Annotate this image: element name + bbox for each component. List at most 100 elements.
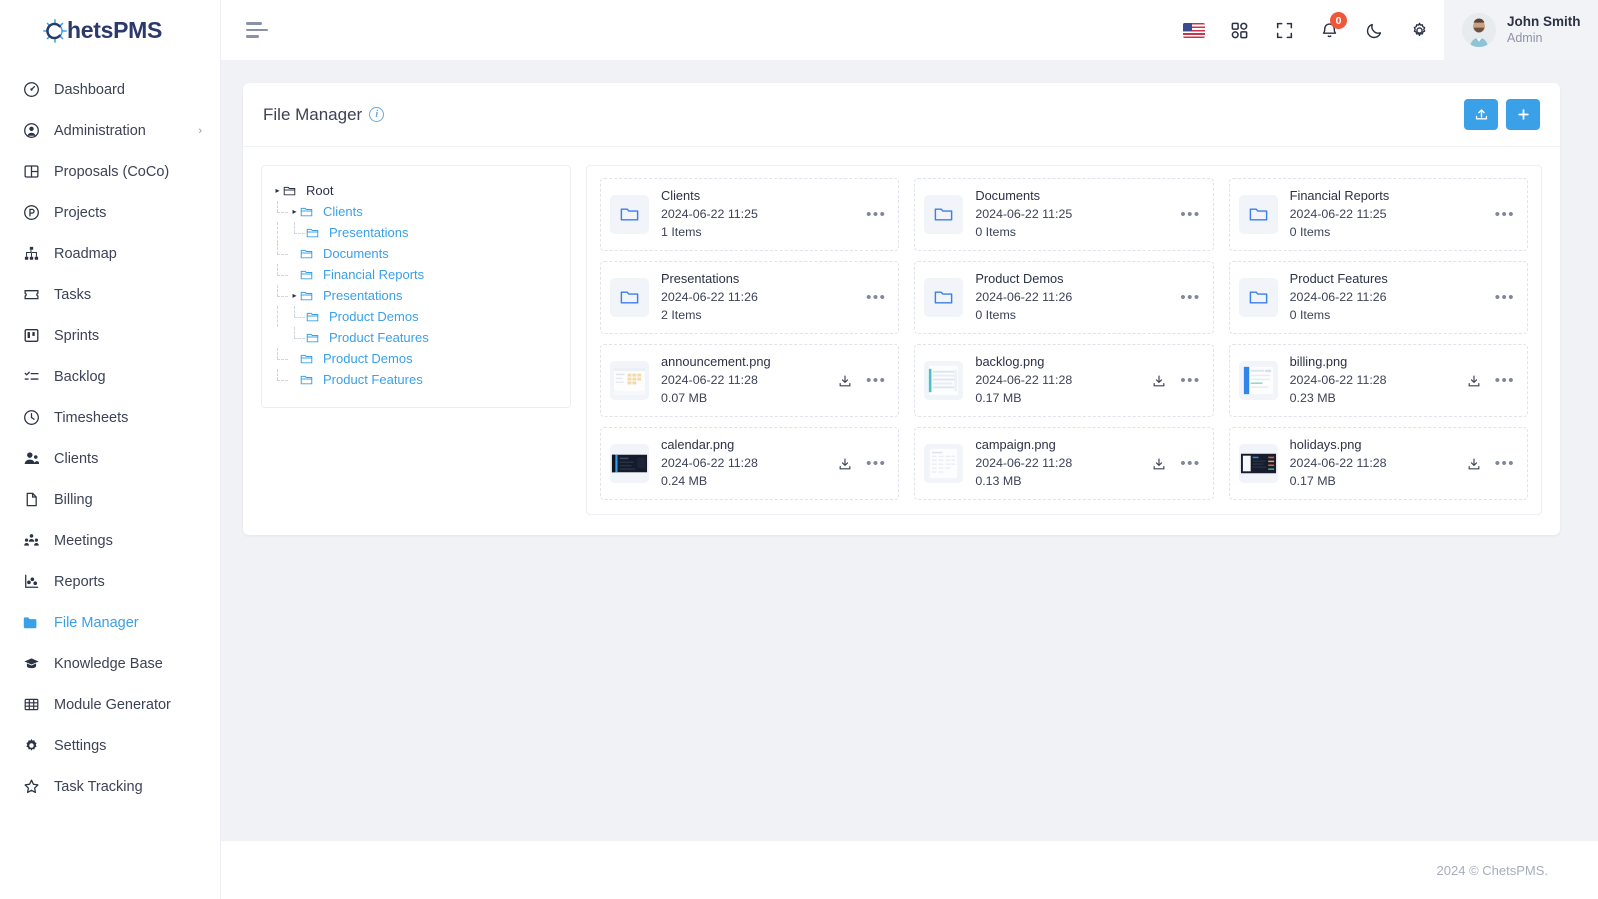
file-card[interactable]: Financial Reports 2024-06-22 11:25 0 Ite… [1228,178,1528,251]
file-date: 2024-06-22 11:26 [975,289,1073,304]
more-options-icon[interactable]: ••• [866,373,886,388]
more-options-icon[interactable]: ••• [1180,373,1200,388]
page-title: File Manager [263,104,363,124]
tree-node-product-demos[interactable]: ▸ Product Demos [272,348,560,369]
panel-body: ▸ Root ▸ Clients Presentations Documents… [243,147,1560,535]
board-icon [20,325,42,347]
more-options-icon[interactable]: ••• [866,207,886,222]
profile-menu[interactable]: John Smith Admin [1444,0,1598,61]
sidebar-item-projects[interactable]: Projects [0,192,220,233]
download-icon[interactable] [838,374,852,388]
logo[interactable]: hetsPMS [0,0,220,61]
file-card[interactable]: Product Features 2024-06-22 11:26 0 Item… [1228,261,1528,334]
tree-node-presentations[interactable]: ▸ Presentations [272,285,560,306]
download-icon[interactable] [1152,374,1166,388]
sidebar-item-module-generator[interactable]: Module Generator [0,684,220,725]
tree-guide [272,348,289,369]
download-icon[interactable] [1152,457,1166,471]
tree-node-label[interactable]: Product Features [323,372,423,387]
sidebar-item-knowledge-base[interactable]: Knowledge Base [0,643,220,684]
file-manager-panel: File Manager i ▸ Root ▸ Clients Presenta… [243,83,1560,535]
tree-node-clients[interactable]: ▸ Clients [272,201,560,222]
gear-icon[interactable] [1400,11,1438,49]
info-icon[interactable]: i [369,107,385,122]
sidebar-item-label: Timesheets [54,409,129,426]
sidebar-item-administration[interactable]: Administration › [0,110,220,151]
folder-icon [300,205,317,218]
tree-node-product-features[interactable]: ▸ Product Features [272,369,560,390]
more-options-icon[interactable]: ••• [1180,290,1200,305]
file-card[interactable]: Clients 2024-06-22 11:25 1 Items ••• [600,178,900,251]
download-icon[interactable] [1467,374,1481,388]
sidebar-item-settings[interactable]: Settings [0,725,220,766]
sidebar-item-dashboard[interactable]: Dashboard [0,69,220,110]
more-options-icon[interactable]: ••• [1180,207,1200,222]
sidebar-item-backlog[interactable]: Backlog [0,356,220,397]
sidebar-item-task-tracking[interactable]: Task Tracking [0,766,220,807]
file-date: 2024-06-22 11:28 [1289,455,1387,470]
main-area: 0 John Smith Admin File Manager i ▸ Root… [221,0,1598,899]
caret-icon[interactable]: ▸ [289,207,300,216]
more-options-icon[interactable]: ••• [1495,456,1515,471]
tree-node-documents[interactable]: ▸ Documents [272,243,560,264]
folder-thumbnail [924,278,964,317]
tree-node-label[interactable]: Product Demos [323,351,413,366]
apps-grid-icon[interactable] [1220,11,1258,49]
more-options-icon[interactable]: ••• [1495,290,1515,305]
file-card[interactable]: Documents 2024-06-22 11:25 0 Items ••• [914,178,1214,251]
add-button[interactable] [1506,99,1540,130]
sidebar-item-timesheets[interactable]: Timesheets [0,397,220,438]
caret-icon[interactable]: ▸ [272,186,283,195]
chevron-right-icon[interactable]: › [198,125,202,137]
file-card[interactable]: calendar.png 2024-06-22 11:28 0.24 MB ••… [600,427,900,500]
file-card[interactable]: Presentations 2024-06-22 11:26 2 Items •… [600,261,900,334]
sidebar-item-proposals[interactable]: Proposals (CoCo) [0,151,220,192]
caret-icon[interactable]: ▸ [289,291,300,300]
language-flag-icon[interactable] [1175,11,1213,49]
tree-node-label[interactable]: Presentations [323,288,403,303]
download-icon[interactable] [1467,457,1481,471]
more-options-icon[interactable]: ••• [866,456,886,471]
more-options-icon[interactable]: ••• [1180,456,1200,471]
tree-guide [272,264,289,285]
sidebar-item-sprints[interactable]: Sprints [0,315,220,356]
tree-node-product-features-sub[interactable]: Product Features [272,327,560,348]
file-card[interactable]: announcement.png 2024-06-22 11:28 0.07 M… [600,344,900,417]
p-circle-icon [20,202,42,224]
file-card[interactable]: billing.png 2024-06-22 11:28 0.23 MB ••• [1228,344,1528,417]
tree-node-presentations-sub[interactable]: Presentations [272,222,560,243]
sidebar-item-meetings[interactable]: Meetings [0,520,220,561]
more-options-icon[interactable]: ••• [1495,207,1515,222]
fullscreen-icon[interactable] [1265,11,1303,49]
download-icon[interactable] [838,457,852,471]
file-card[interactable]: campaign.png 2024-06-22 11:28 0.13 MB ••… [914,427,1214,500]
sidebar-item-roadmap[interactable]: Roadmap [0,233,220,274]
sidebar-item-clients[interactable]: Clients [0,438,220,479]
sidebar-item-file-manager[interactable]: File Manager [0,602,220,643]
more-options-icon[interactable]: ••• [1495,373,1515,388]
more-options-icon[interactable]: ••• [866,290,886,305]
hamburger-icon[interactable] [241,12,277,48]
tree-node-product-demos-sub[interactable]: Product Demos [272,306,560,327]
tree-node-root[interactable]: ▸ Root [272,180,560,201]
tree-node-label[interactable]: Product Demos [329,309,419,324]
sidebar-item-billing[interactable]: Billing [0,479,220,520]
tree-node-label[interactable]: Documents [323,246,389,261]
tree-guide [289,222,306,243]
tree-node-label[interactable]: Product Features [329,330,429,345]
upload-button[interactable] [1464,99,1498,130]
tree-node-label[interactable]: Clients [323,204,363,219]
file-card[interactable]: backlog.png 2024-06-22 11:28 0.17 MB ••• [914,344,1214,417]
file-name: Product Features [1289,271,1388,287]
star-icon [20,776,42,798]
sidebar-item-tasks[interactable]: Tasks [0,274,220,315]
tree-node-label[interactable]: Root [306,183,333,198]
sidebar-item-reports[interactable]: Reports [0,561,220,602]
dark-mode-moon-icon[interactable] [1355,11,1393,49]
file-card[interactable]: holidays.png 2024-06-22 11:28 0.17 MB ••… [1228,427,1528,500]
tree-node-label[interactable]: Presentations [329,225,409,240]
tree-node-financial-reports[interactable]: ▸ Financial Reports [272,264,560,285]
file-card[interactable]: Product Demos 2024-06-22 11:26 0 Items •… [914,261,1214,334]
notification-bell-icon[interactable]: 0 [1310,11,1348,49]
tree-node-label[interactable]: Financial Reports [323,267,424,282]
